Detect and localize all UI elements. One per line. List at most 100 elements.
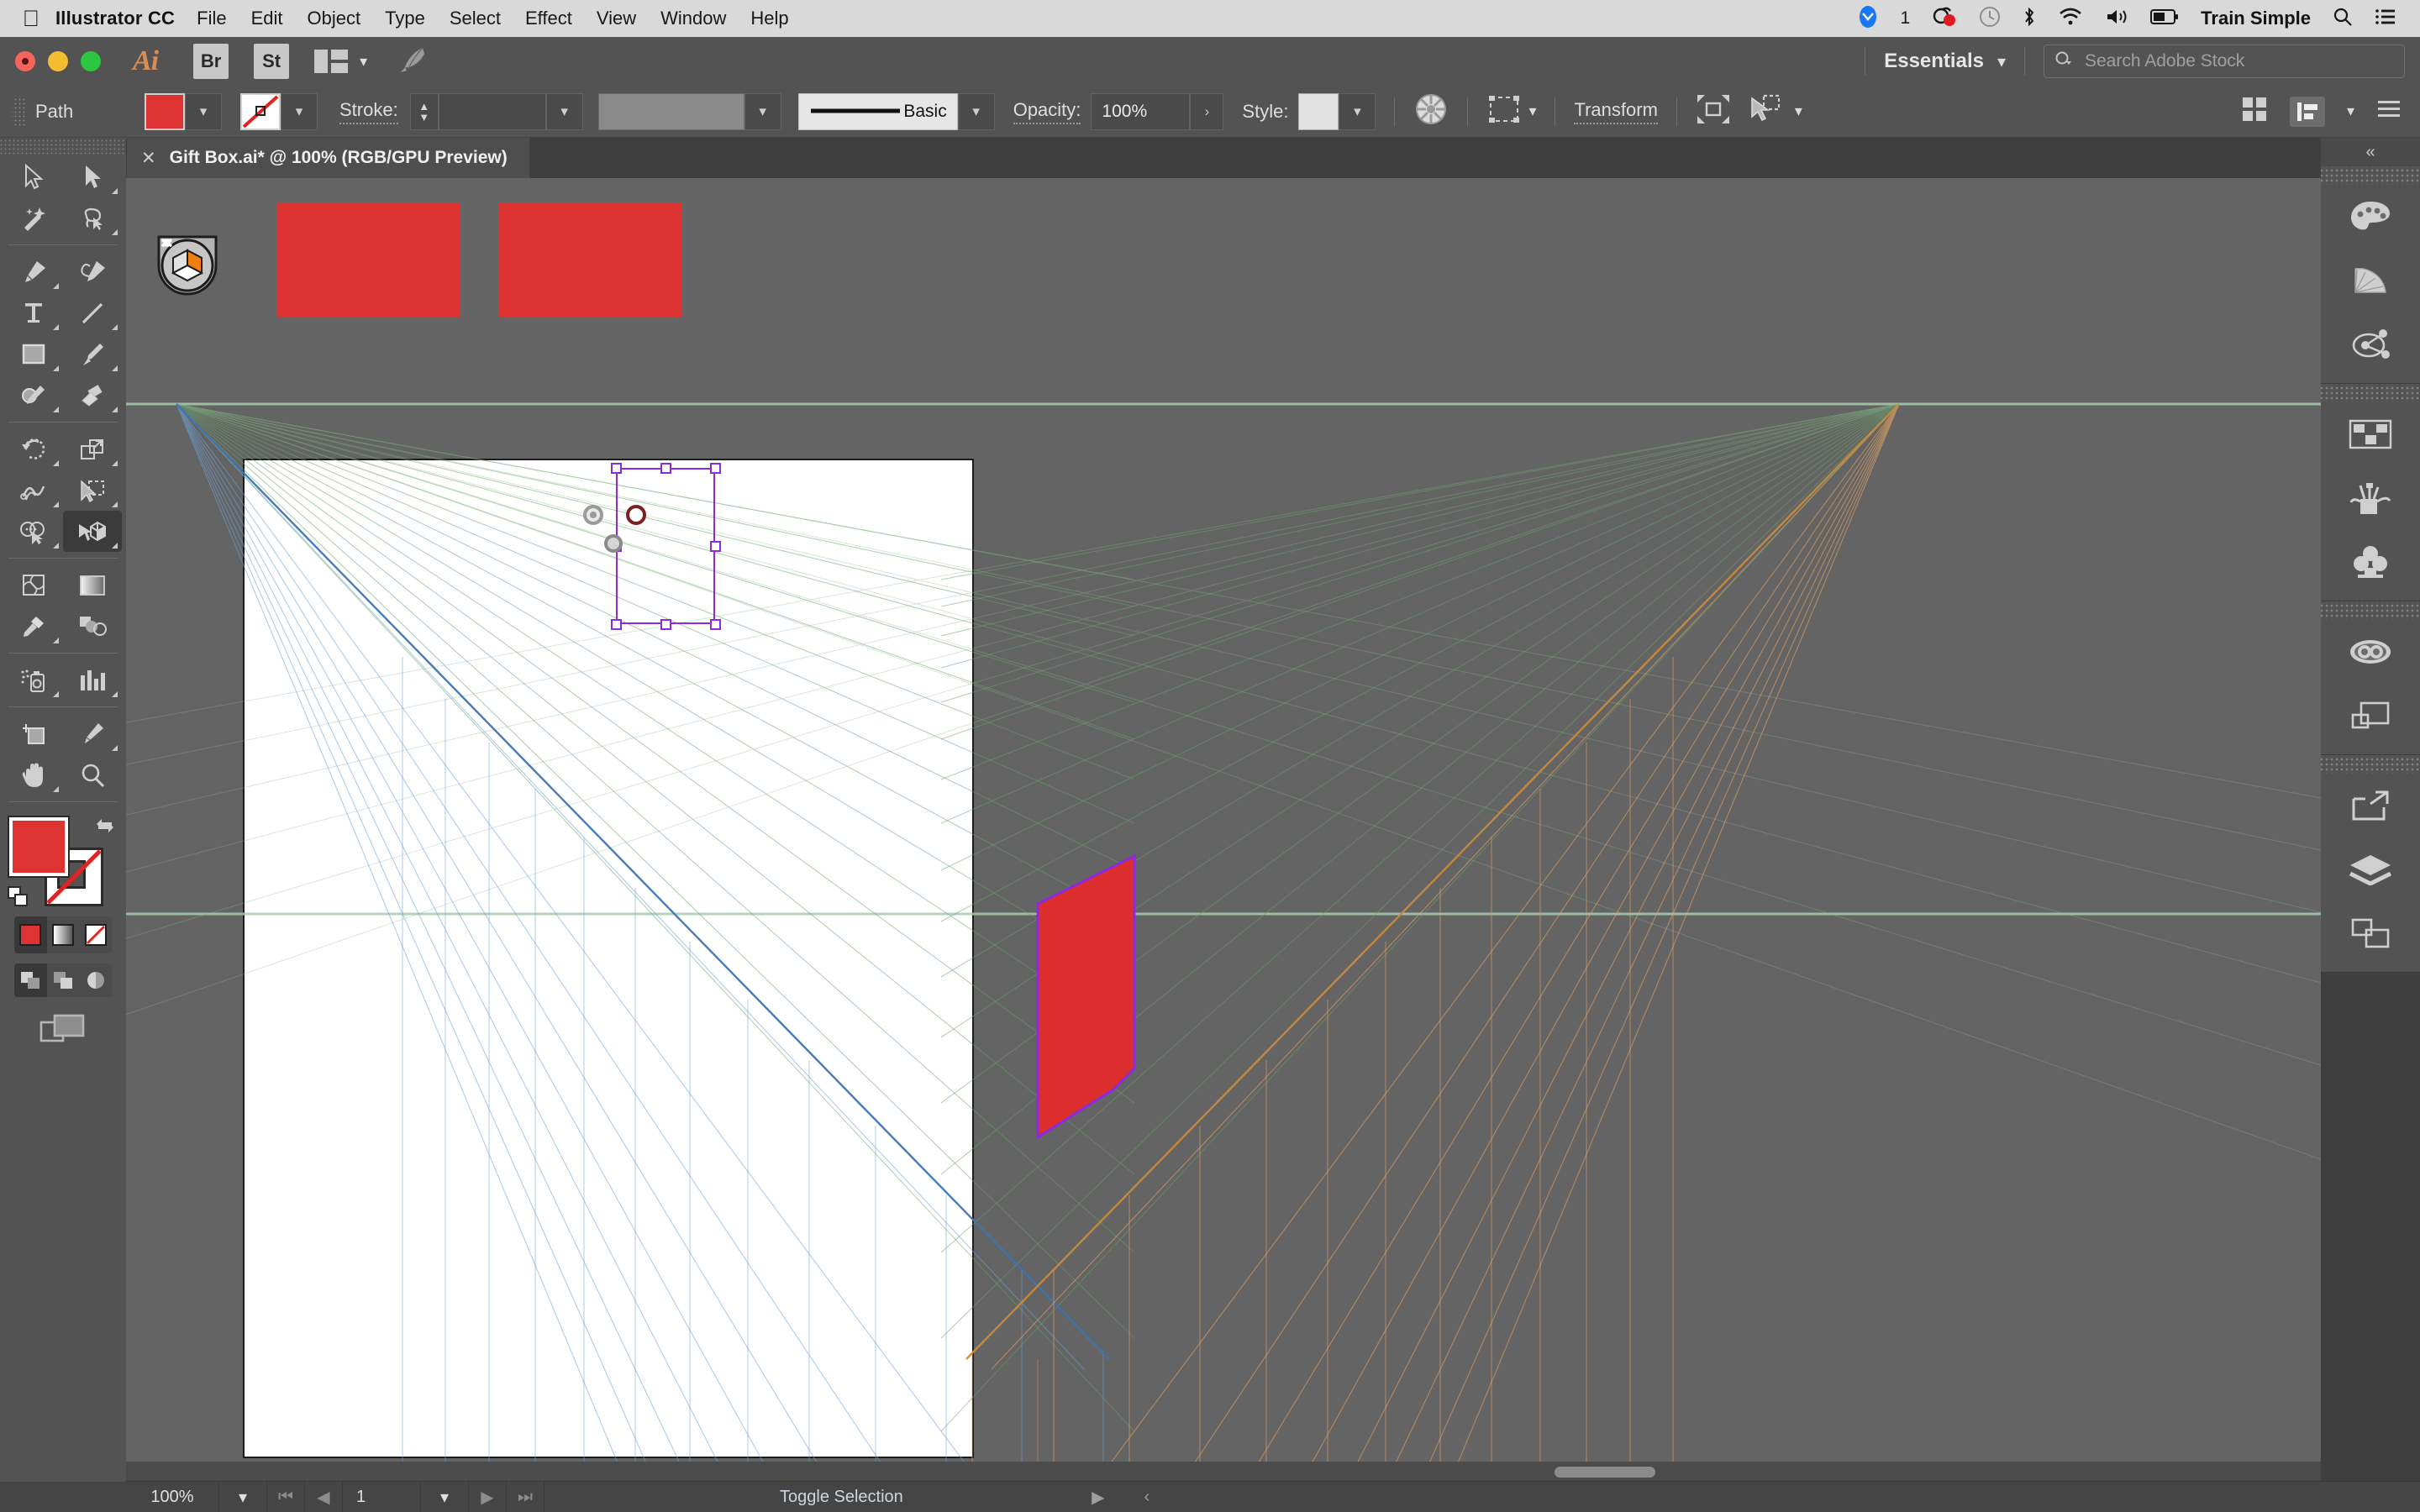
notification-center-icon[interactable]: [2375, 8, 2396, 30]
close-icon[interactable]: ✕: [141, 148, 156, 169]
stock-search-field[interactable]: Search Adobe Stock: [2044, 45, 2405, 78]
pen-tool[interactable]: [4, 251, 63, 292]
brush-definition-field[interactable]: Basic: [797, 92, 958, 130]
stroke-label[interactable]: Stroke:: [339, 99, 398, 124]
plane-switching-widget[interactable]: [155, 232, 219, 302]
tools-panel-gripper[interactable]: [0, 138, 126, 156]
zoom-level-input[interactable]: 100%: [126, 1482, 219, 1512]
arrange-chevron-down-icon[interactable]: ▾: [2347, 102, 2354, 120]
status-message[interactable]: Toggle Selection: [780, 1488, 903, 1507]
direct-selection-tool[interactable]: [63, 156, 122, 197]
shape-builder-tool[interactable]: [4, 511, 63, 552]
zoom-tool[interactable]: [63, 754, 122, 795]
menu-item-select[interactable]: Select: [450, 8, 501, 29]
menu-item-file[interactable]: File: [197, 8, 226, 29]
dock-group-gripper[interactable]: [2321, 384, 2420, 402]
gradient-tool[interactable]: [63, 564, 122, 606]
dropbox-icon[interactable]: [1858, 5, 1878, 33]
fill-control[interactable]: ▾: [145, 92, 222, 130]
align-chevron-down-icon[interactable]: ▾: [1528, 102, 1536, 120]
horizontal-scrollbar[interactable]: [126, 1462, 2321, 1482]
fill-color-box[interactable]: [8, 816, 70, 878]
time-machine-icon[interactable]: [1979, 6, 2001, 32]
mesh-tool[interactable]: [4, 564, 63, 606]
draw-behind-button[interactable]: [47, 963, 80, 997]
draw-normal-button[interactable]: [14, 963, 47, 997]
creative-cloud-libraries-panel-icon[interactable]: [2321, 620, 2420, 684]
fill-swatch[interactable]: [145, 92, 185, 130]
opacity-input[interactable]: 100%: [1091, 92, 1191, 130]
hand-tool[interactable]: [4, 754, 63, 795]
eraser-tool[interactable]: [63, 375, 122, 416]
swap-fill-stroke-icon[interactable]: [93, 816, 118, 842]
document-tab[interactable]: ✕ Gift Box.ai* @ 100% (RGB/GPU Preview): [126, 138, 529, 178]
export-assets-panel-icon[interactable]: [2321, 774, 2420, 837]
fill-dropdown-chevron-down-icon[interactable]: ▾: [185, 92, 222, 130]
opacity-label[interactable]: Opacity:: [1013, 99, 1081, 124]
align-icon[interactable]: [1486, 93, 1522, 129]
dock-group-gripper[interactable]: [2321, 755, 2420, 774]
maximize-window-button[interactable]: [81, 51, 101, 71]
wifi-icon[interactable]: [2058, 7, 2083, 31]
menu-item-window[interactable]: Window: [660, 8, 726, 29]
curvature-tool[interactable]: [63, 251, 122, 292]
notification-badge-icon[interactable]: [1932, 6, 1957, 32]
layers-panel-icon[interactable]: [2321, 837, 2420, 901]
menu-item-effect[interactable]: Effect: [525, 8, 572, 29]
close-window-button[interactable]: [15, 51, 35, 71]
stroke-weight-input[interactable]: [438, 92, 546, 130]
horizontal-scrollbar-thumb[interactable]: [1555, 1467, 1655, 1478]
gradient-mode-button[interactable]: [47, 916, 80, 953]
last-page-icon[interactable]: ⏭: [507, 1482, 544, 1512]
stock-search-input[interactable]: Search Adobe Stock: [2085, 51, 2244, 71]
stroke-weight-stepper[interactable]: ▲ ▼: [409, 92, 439, 130]
isolate-group-icon[interactable]: [1696, 93, 1731, 129]
selection-handle-br[interactable]: [710, 619, 721, 630]
spotlight-search-icon[interactable]: [2333, 7, 2353, 31]
prev-page-icon[interactable]: ◀: [305, 1482, 343, 1512]
dock-group-gripper[interactable]: [2321, 601, 2420, 620]
next-page-icon[interactable]: ▶: [469, 1482, 507, 1512]
app-name-label[interactable]: Illustrator CC: [55, 8, 175, 29]
page-chevron-down-icon[interactable]: ▾: [421, 1482, 469, 1512]
menu-item-type[interactable]: Type: [385, 8, 425, 29]
recolor-artwork-icon[interactable]: [1413, 92, 1449, 131]
menu-item-view[interactable]: View: [597, 8, 636, 29]
volume-icon[interactable]: [2105, 7, 2128, 31]
workspace-chevron-down-icon[interactable]: ▾: [1997, 51, 2006, 72]
blend-tool[interactable]: [63, 606, 122, 647]
default-fill-stroke-icon[interactable]: [8, 886, 33, 914]
opacity-options-chevron-right-icon[interactable]: ›: [1190, 92, 1224, 130]
lasso-tool[interactable]: [63, 197, 122, 239]
menu-item-edit[interactable]: Edit: [251, 8, 283, 29]
selection-handle-mr[interactable]: [710, 541, 721, 552]
style-chevron-down-icon[interactable]: ▾: [1339, 92, 1376, 130]
user-name-label[interactable]: Train Simple: [2201, 8, 2311, 29]
selected-path-shape[interactable]: [126, 178, 2321, 1465]
color-mode-button[interactable]: [14, 916, 47, 953]
column-graph-tool[interactable]: [63, 659, 122, 701]
panel-menu-icon[interactable]: [2376, 98, 2402, 124]
stock-button[interactable]: St: [254, 44, 290, 79]
grid-view-icon[interactable]: [2241, 96, 2268, 127]
line-segment-tool[interactable]: [63, 292, 122, 333]
minimize-window-button[interactable]: [48, 51, 68, 71]
transform-label[interactable]: Transform: [1574, 99, 1658, 124]
stroke-swatch-none[interactable]: [240, 92, 281, 130]
bridge-button[interactable]: Br: [193, 44, 229, 79]
swatches-panel-icon[interactable]: [2321, 402, 2420, 466]
dock-group-gripper[interactable]: [2321, 166, 2420, 185]
apple-icon[interactable]: : [17, 7, 45, 30]
first-page-icon[interactable]: ⏮: [267, 1482, 305, 1512]
links-panel-icon[interactable]: [2321, 901, 2420, 965]
free-transform-tool[interactable]: [63, 470, 122, 511]
selection-handle-tl[interactable]: [611, 463, 622, 474]
symbols-panel-icon[interactable]: [2321, 530, 2420, 594]
artboard-tool[interactable]: [4, 713, 63, 754]
control-bar-gripper[interactable]: [12, 95, 25, 128]
select-similar-icon[interactable]: [1748, 93, 1785, 129]
zoom-chevron-down-icon[interactable]: ▾: [219, 1482, 267, 1512]
color-panel-icon[interactable]: [2321, 185, 2420, 249]
canvas-area[interactable]: [126, 178, 2321, 1465]
selection-handle-tr[interactable]: [710, 463, 721, 474]
